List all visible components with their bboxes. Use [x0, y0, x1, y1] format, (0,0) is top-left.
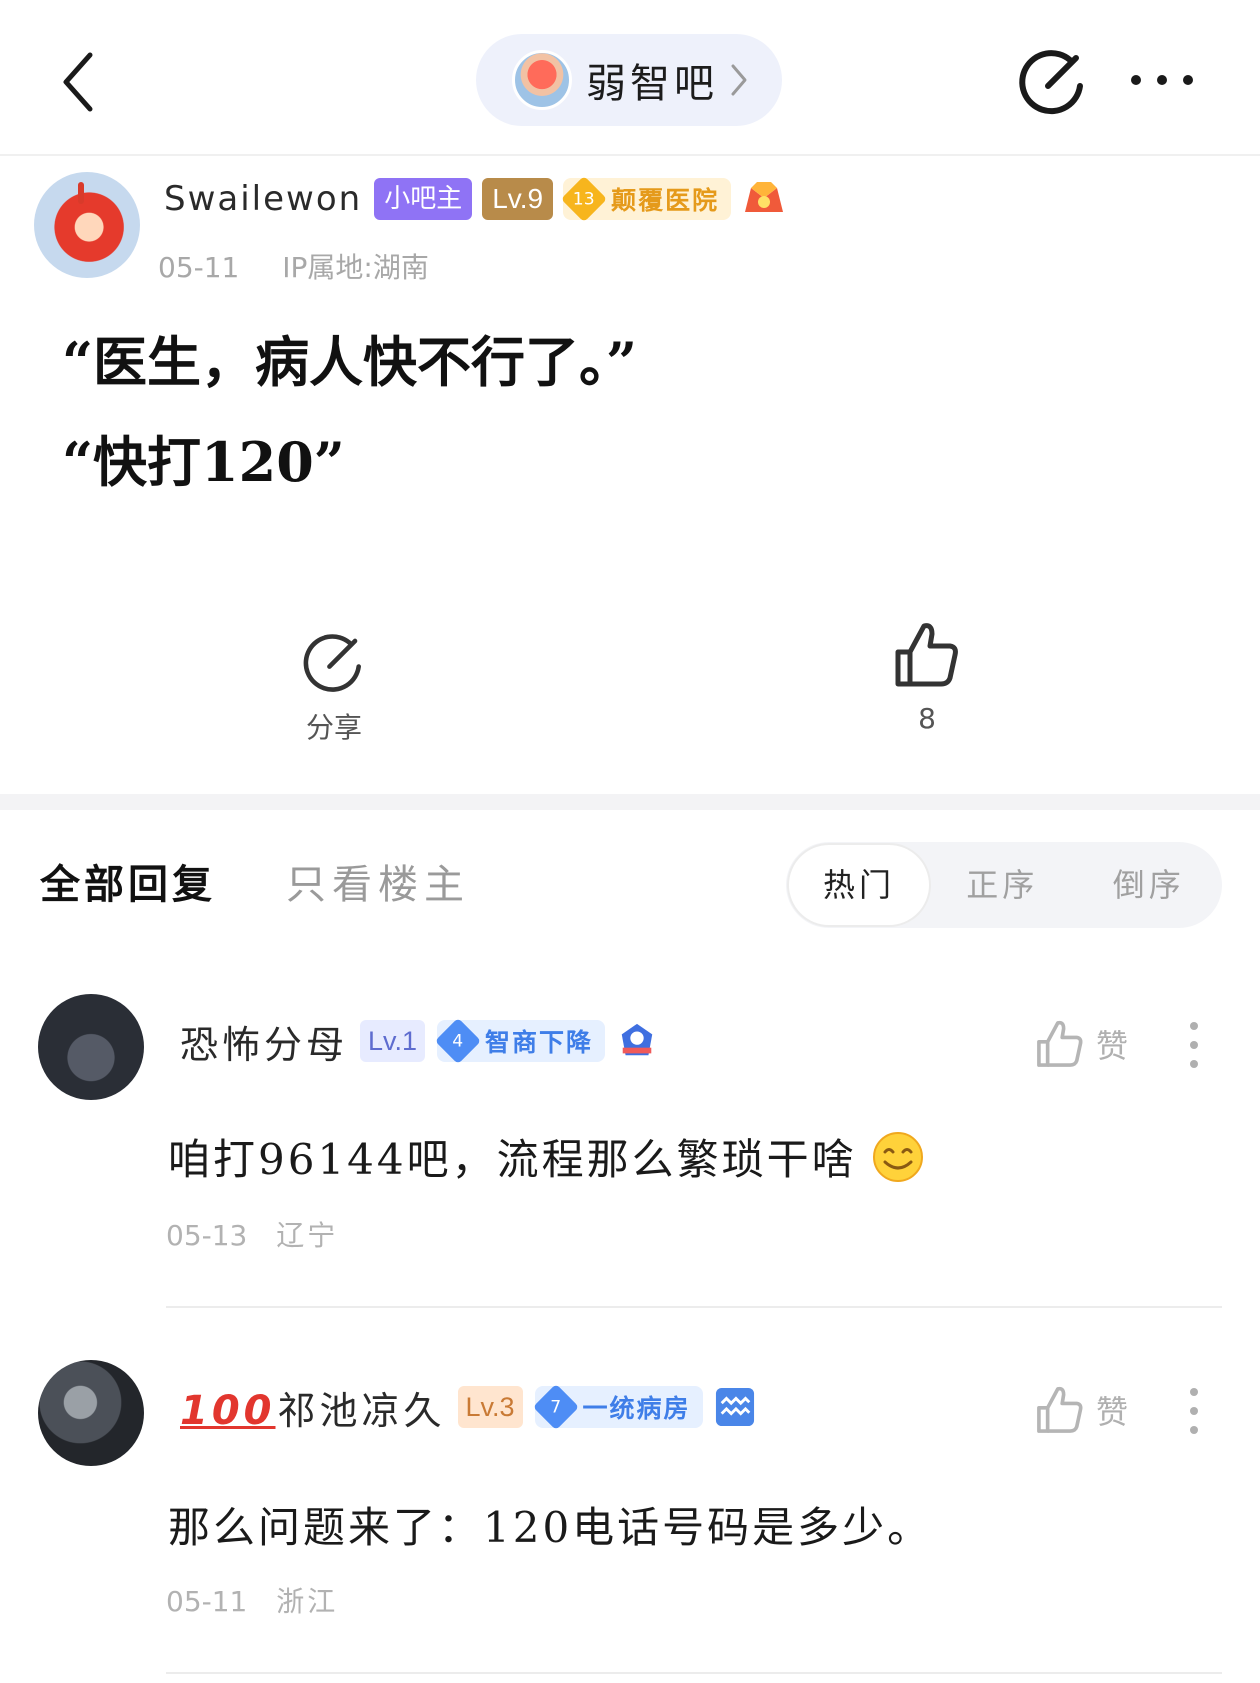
honor-number: 7 — [532, 1383, 579, 1431]
comment-divider — [166, 1306, 1222, 1308]
commenter-name[interactable]: 100祁池凉久 — [180, 1380, 446, 1435]
level-badge: Lv.1 — [360, 1020, 426, 1062]
share-icon[interactable] — [1018, 46, 1088, 116]
tab-all-replies[interactable]: 全部回复 — [40, 852, 216, 910]
sort-hot[interactable]: 热门 — [789, 845, 929, 925]
commenter-avatar[interactable] — [38, 1360, 144, 1466]
comment-location: 浙江 — [276, 1585, 339, 1618]
share-label: 分享 — [305, 711, 362, 744]
comment-location: 辽宁 — [276, 1219, 339, 1252]
share-action[interactable]: 分享 — [294, 630, 374, 746]
more-options-icon[interactable] — [1186, 1386, 1202, 1436]
comment-date: 05-11 — [166, 1585, 248, 1618]
like-count: 8 — [918, 702, 936, 735]
like-button[interactable]: 赞 — [1036, 1384, 1128, 1436]
post-date: 05-11 — [158, 251, 240, 284]
more-options-icon[interactable] — [1128, 62, 1196, 98]
like-label: 赞 — [1096, 1027, 1129, 1065]
chevron-right-icon — [731, 64, 747, 96]
more-options-icon[interactable] — [1186, 1020, 1202, 1070]
author-name[interactable]: Swailewon — [164, 179, 362, 219]
post-meta: 05-11 IP属地:湖南 — [158, 246, 429, 286]
post-line-2: “快打120” — [62, 430, 345, 494]
honor-title: 颠覆医院 — [611, 186, 720, 215]
honor-number: 13 — [560, 175, 608, 223]
top-navigation-bar: 弱智吧 — [0, 0, 1260, 156]
honor-badge: 4 智商下降 — [434, 1017, 606, 1065]
smile-emoji-icon — [872, 1131, 923, 1182]
comment-text: 咱打96144吧，流程那么繁琐干啥 — [168, 1126, 925, 1187]
commenter-info-row: 恐怖分母 Lv.1 4 智商下降 — [180, 1014, 657, 1069]
author-avatar[interactable] — [34, 172, 140, 278]
tab-op-only[interactable]: 只看楼主 — [286, 852, 470, 910]
moderator-badge: 小吧主 — [374, 178, 473, 220]
honor-number: 4 — [434, 1017, 482, 1065]
ip-location: IP属地:湖南 — [282, 251, 429, 284]
thumbs-up-icon — [1037, 1386, 1083, 1433]
medal-icon — [745, 182, 784, 212]
honor-badge: 13 颠覆医院 — [560, 175, 732, 223]
forum-avatar — [512, 50, 572, 110]
level-badge: Lv.3 — [457, 1386, 523, 1428]
rank-badge-icon — [621, 1023, 653, 1056]
share-icon — [303, 634, 361, 692]
like-button[interactable]: 赞 — [1036, 1018, 1128, 1070]
commenter-info-row: 100祁池凉久 Lv.3 7 一统病房 — [180, 1380, 755, 1435]
honor-badge: 7 一统病房 — [532, 1383, 703, 1431]
like-action[interactable]: 8 — [888, 620, 966, 735]
aquarius-icon — [715, 1387, 754, 1427]
chevron-left-icon — [63, 52, 93, 112]
forum-entry-button[interactable]: 弱智吧 — [476, 34, 782, 126]
thumbs-up-icon — [1037, 1020, 1083, 1067]
commenter-avatar[interactable] — [38, 994, 144, 1100]
comment-divider — [166, 1672, 1222, 1674]
thumbs-up-icon — [895, 623, 958, 687]
comment-date: 05-13 — [166, 1219, 248, 1252]
author-info-row: Swailewon 小吧主 Lv.9 13 颠覆医院 — [164, 175, 787, 223]
sort-ascending[interactable]: 正序 — [929, 845, 1076, 925]
back-button[interactable] — [48, 42, 108, 122]
forum-name: 弱智吧 — [586, 61, 718, 107]
commenter-name[interactable]: 恐怖分母 — [180, 1014, 348, 1069]
honor-title: 一统病房 — [582, 1394, 691, 1423]
post-content: “医生，病人快不行了。” “快打120” — [62, 312, 637, 512]
like-label: 赞 — [1096, 1393, 1129, 1431]
comment-meta: 05-13 辽宁 — [166, 1214, 338, 1254]
sort-descending[interactable]: 倒序 — [1076, 845, 1223, 925]
comment-text: 那么问题来了：120电话号码是多少。 — [168, 1503, 933, 1552]
post-line-1: “医生，病人快不行了。” — [62, 330, 638, 394]
hundred-emoji-icon: 100 — [180, 1387, 276, 1434]
honor-title: 智商下降 — [485, 1028, 594, 1057]
level-badge: Lv.9 — [482, 178, 554, 220]
section-divider — [0, 794, 1260, 810]
sort-toggle: 热门 正序 倒序 — [786, 842, 1222, 928]
comment-meta: 05-11 浙江 — [166, 1580, 338, 1620]
